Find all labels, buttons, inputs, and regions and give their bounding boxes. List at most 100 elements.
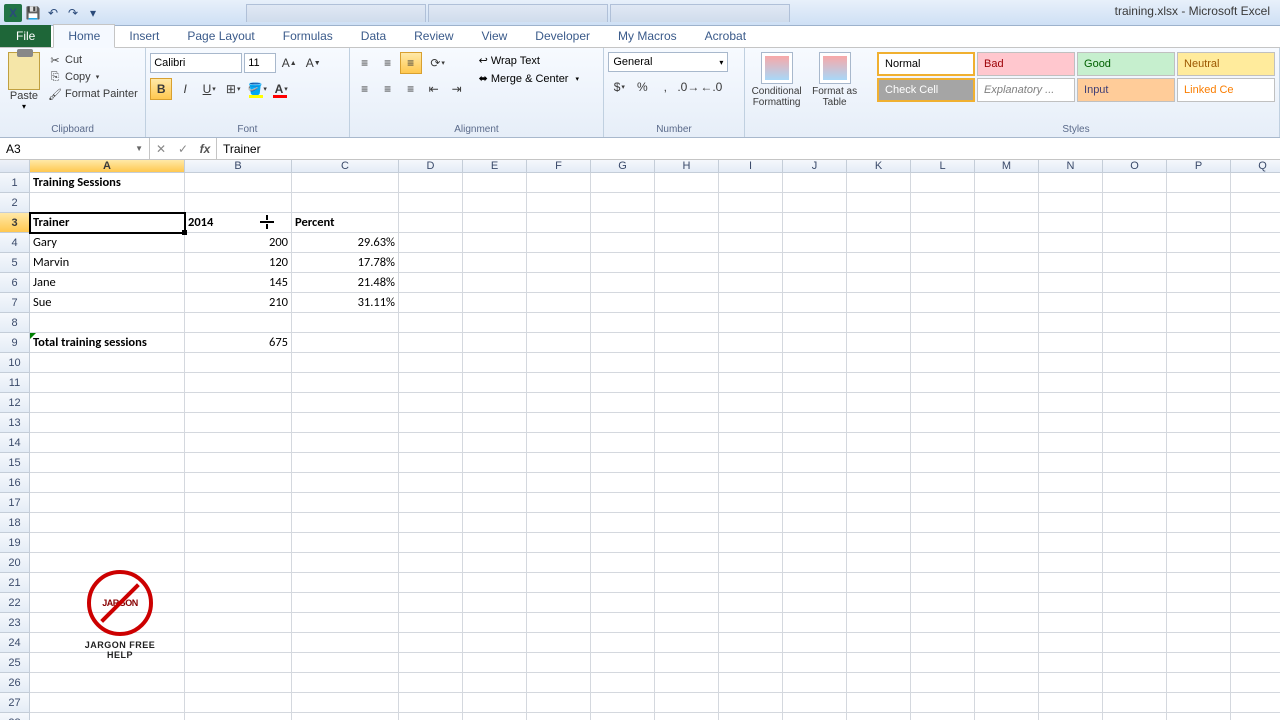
cell-G13[interactable] [591,413,655,433]
cell-D10[interactable] [399,353,463,373]
cell-B28[interactable] [185,713,292,720]
cell-P9[interactable] [1167,333,1231,353]
cell-G9[interactable] [591,333,655,353]
cell-J7[interactable] [783,293,847,313]
cell-L24[interactable] [911,633,975,653]
cell-D24[interactable] [399,633,463,653]
cell-P3[interactable] [1167,213,1231,233]
cell-K25[interactable] [847,653,911,673]
cell-K23[interactable] [847,613,911,633]
cell-P15[interactable] [1167,453,1231,473]
cell-K16[interactable] [847,473,911,493]
cell-F20[interactable] [527,553,591,573]
cell-C9[interactable] [292,333,399,353]
cell-H14[interactable] [655,433,719,453]
cell-B25[interactable] [185,653,292,673]
cell-A6[interactable]: Jane [30,273,185,293]
cell-P19[interactable] [1167,533,1231,553]
cell-O28[interactable] [1103,713,1167,720]
cell-O21[interactable] [1103,573,1167,593]
tab-file[interactable]: File [0,25,51,47]
cell-K13[interactable] [847,413,911,433]
cell-P1[interactable] [1167,173,1231,193]
cell-M27[interactable] [975,693,1039,713]
cell-F3[interactable] [527,213,591,233]
row-header[interactable]: 27 [0,693,30,713]
cell-L10[interactable] [911,353,975,373]
style-input[interactable]: Input [1077,78,1175,102]
cell-N8[interactable] [1039,313,1103,333]
cell-D14[interactable] [399,433,463,453]
cell-O26[interactable] [1103,673,1167,693]
row-header[interactable]: 4 [0,233,30,253]
cell-N11[interactable] [1039,373,1103,393]
cell-O12[interactable] [1103,393,1167,413]
cell-N28[interactable] [1039,713,1103,720]
grow-font-button[interactable]: A▲ [278,52,300,74]
cell-N19[interactable] [1039,533,1103,553]
cell-C10[interactable] [292,353,399,373]
cell-I2[interactable] [719,193,783,213]
cell-D9[interactable] [399,333,463,353]
cell-O16[interactable] [1103,473,1167,493]
cell-E6[interactable] [463,273,527,293]
cell-J23[interactable] [783,613,847,633]
cell-O8[interactable] [1103,313,1167,333]
cell-C25[interactable] [292,653,399,673]
align-center-button[interactable]: ≡ [377,78,399,100]
cell-F4[interactable] [527,233,591,253]
percent-button[interactable]: % [631,76,653,98]
cell-K18[interactable] [847,513,911,533]
cell-Q15[interactable] [1231,453,1280,473]
qat-more-icon[interactable]: ▾ [84,4,102,22]
merge-center-button[interactable]: ⬌Merge & Center▾ [474,70,584,87]
cell-O3[interactable] [1103,213,1167,233]
cell-B26[interactable] [185,673,292,693]
style-explanatory[interactable]: Explanatory ... [977,78,1075,102]
conditional-formatting-button[interactable]: Conditional Formatting [749,52,805,108]
save-icon[interactable]: 💾 [24,4,42,22]
cell-E11[interactable] [463,373,527,393]
cell-B13[interactable] [185,413,292,433]
bold-button[interactable]: B [150,78,172,100]
copy-button[interactable]: ⎘Copy▾ [46,69,140,85]
cell-E1[interactable] [463,173,527,193]
row-header[interactable]: 22 [0,593,30,613]
cell-K12[interactable] [847,393,911,413]
cell-D4[interactable] [399,233,463,253]
cell-J13[interactable] [783,413,847,433]
cell-K3[interactable] [847,213,911,233]
cell-C4[interactable]: 29.63% [292,233,399,253]
cell-J8[interactable] [783,313,847,333]
column-header[interactable]: B [185,160,292,173]
cell-N26[interactable] [1039,673,1103,693]
cell-G17[interactable] [591,493,655,513]
cell-N27[interactable] [1039,693,1103,713]
cell-Q24[interactable] [1231,633,1280,653]
cell-P18[interactable] [1167,513,1231,533]
cell-Q13[interactable] [1231,413,1280,433]
cell-F26[interactable] [527,673,591,693]
cell-B23[interactable] [185,613,292,633]
cell-O18[interactable] [1103,513,1167,533]
cell-L21[interactable] [911,573,975,593]
column-header[interactable]: H [655,160,719,173]
cell-E16[interactable] [463,473,527,493]
cell-D15[interactable] [399,453,463,473]
cell-B16[interactable] [185,473,292,493]
cell-E22[interactable] [463,593,527,613]
cell-F15[interactable] [527,453,591,473]
cell-G6[interactable] [591,273,655,293]
cell-C14[interactable] [292,433,399,453]
cell-L6[interactable] [911,273,975,293]
column-header[interactable]: C [292,160,399,173]
cell-Q8[interactable] [1231,313,1280,333]
cell-L8[interactable] [911,313,975,333]
cell-D11[interactable] [399,373,463,393]
cell-N7[interactable] [1039,293,1103,313]
cell-L9[interactable] [911,333,975,353]
cell-N18[interactable] [1039,513,1103,533]
cell-D23[interactable] [399,613,463,633]
cell-I4[interactable] [719,233,783,253]
cell-H4[interactable] [655,233,719,253]
